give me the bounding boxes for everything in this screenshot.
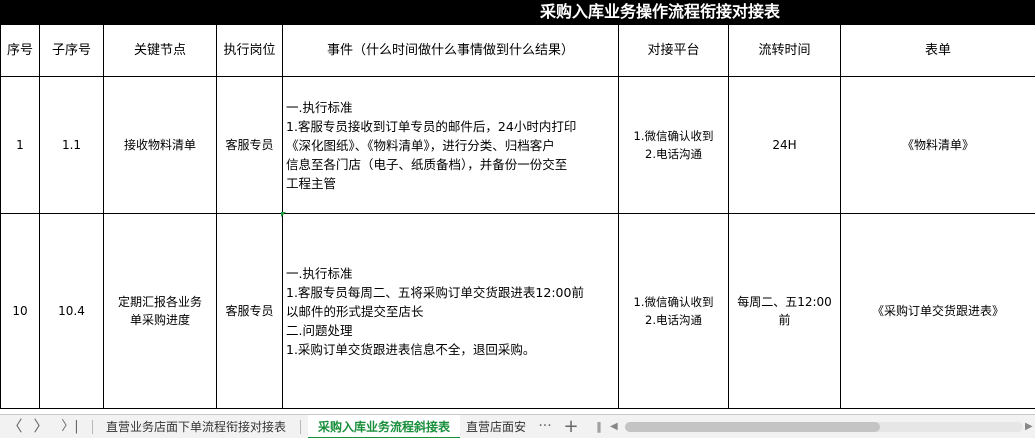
header-cell[interactable]: 事件（什么时间做什么事情做到什么结果） — [282, 24, 619, 77]
sub-number-cell[interactable]: 10.4 — [39, 213, 104, 409]
cell-line: 1.微信确认收到 — [633, 129, 714, 143]
horizontal-scrollbar[interactable] — [625, 422, 1023, 432]
platform-cell[interactable]: 1.微信确认收到 2.电话沟通 — [618, 76, 729, 214]
first-sheet-icon[interactable]: 〈 — [4, 415, 26, 438]
tab-purchase-inbound[interactable]: 采购入库业务流程斜接表 — [308, 415, 461, 438]
cell-line: 《深化图纸》、《物料清单》，进行分类、归档客户 — [286, 137, 555, 153]
cell-line: 前 — [778, 313, 791, 327]
spreadsheet-grid: 序号 子序号 关键节点 执行岗位 事件（什么时间做什么事情做到什么结果） 对接平… — [0, 24, 1035, 414]
table-row: 10 10.4 定期汇报各业务 单采购进度 客服专员 一.执行标准 1.客服专员… — [0, 213, 1035, 409]
header-cell[interactable]: 表单 — [840, 24, 1035, 77]
role-cell[interactable]: 客服专员 — [216, 213, 283, 409]
event-cell[interactable]: 一.执行标准 1.客服专员接收到订单专员的邮件后，24小时内打印 《深化图纸》、… — [282, 76, 619, 214]
tab-direct-store-install[interactable]: 直营店面安 — [466, 415, 526, 438]
key-node-cell[interactable]: 接收物料清单 — [103, 76, 217, 214]
cell-line: 一.执行标准 — [286, 99, 353, 115]
cell-line: 1.微信确认收到 — [633, 295, 714, 309]
scrollbar-thumb[interactable] — [625, 422, 880, 432]
cell-line: 一.执行标准 — [286, 265, 353, 281]
split-handle-icon[interactable]: ‖ — [592, 415, 606, 438]
time-cell[interactable]: 24H — [728, 76, 841, 214]
cell-line: 接收物料清单 — [123, 138, 196, 152]
cell-line: 2.电话沟通 — [645, 313, 702, 327]
scroll-left-icon[interactable]: ◀ — [610, 415, 618, 438]
role-cell[interactable]: 客服专员 — [216, 76, 283, 214]
cell-line: 工程主管 — [286, 175, 337, 191]
sub-number-cell[interactable]: 1.1 — [39, 76, 104, 214]
cell-line: 1.客服专员每周二、五将采购订单交货跟进表12:00前 — [286, 284, 584, 300]
cell-line: 信息至各门店（电子、纸质备档），并备份一份交至 — [286, 156, 568, 172]
header-cell[interactable]: 对接平台 — [618, 24, 729, 77]
form-cell[interactable]: 《物料清单》 — [840, 76, 1035, 214]
cell-line: 1.客服专员接收到订单专员的邮件后，24小时内打印 — [286, 118, 577, 134]
sheet-title: 采购入库业务操作流程衔接对接表 — [540, 2, 781, 21]
table-row: 1 1.1 接收物料清单 客服专员 一.执行标准 1.客服专员接收到订单专员的邮… — [0, 76, 1035, 214]
key-node-cell[interactable]: 定期汇报各业务 单采购进度 — [103, 213, 217, 409]
cell-line: 单采购进度 — [129, 313, 190, 327]
header-cell[interactable]: 执行岗位 — [216, 24, 283, 77]
time-cell[interactable]: 每周二、五12:00 前 — [728, 213, 841, 409]
header-cell[interactable]: 关键节点 — [103, 24, 217, 77]
row-number-cell[interactable]: 10 — [0, 213, 40, 409]
scroll-right-icon[interactable]: ▶ — [1025, 415, 1033, 438]
cell-line: 以邮件的形式提交至店长 — [286, 303, 424, 319]
cell-line: 二.问题处理 — [286, 322, 353, 338]
tab-direct-store-orders[interactable]: 直营业务店面下单流程衔接对接表 — [106, 415, 286, 438]
cell-line: 2.电话沟通 — [645, 147, 702, 161]
header-cell[interactable]: 序号 — [0, 24, 40, 77]
event-cell[interactable]: 一.执行标准 1.客服专员每周二、五将采购订单交货跟进表12:00前 以邮件的形… — [282, 213, 619, 409]
header-cell[interactable]: 子序号 — [39, 24, 104, 77]
cell-line: 1.采购订单交货跟进表信息不全，退回采购。 — [286, 341, 536, 357]
cell-line: 24H — [772, 138, 797, 152]
tab-divider — [300, 420, 301, 434]
data-table: 序号 子序号 关键节点 执行岗位 事件（什么时间做什么事情做到什么结果） 对接平… — [0, 24, 1035, 409]
last-sheet-icon[interactable]: 〉| — [56, 415, 84, 438]
more-tabs-icon[interactable]: ··· — [533, 415, 557, 438]
header-cell[interactable]: 流转时间 — [728, 24, 841, 77]
cell-line: 定期汇报各业务 — [117, 295, 202, 309]
next-sheet-icon[interactable]: 〉 — [30, 415, 52, 438]
add-sheet-icon[interactable]: + — [559, 415, 583, 438]
tab-divider — [92, 420, 93, 434]
platform-cell[interactable]: 1.微信确认收到 2.电话沟通 — [618, 213, 729, 409]
sheet-tab-bar: 〈 〉 〉| 直营业务店面下单流程衔接对接表 采购入库业务流程斜接表 直营店面安… — [0, 414, 1035, 438]
cell-line: 每周二、五12:00 — [737, 295, 832, 309]
header-row: 序号 子序号 关键节点 执行岗位 事件（什么时间做什么事情做到什么结果） 对接平… — [0, 24, 1035, 77]
form-cell[interactable]: 《采购订单交货跟进表》 — [840, 213, 1035, 409]
row-number-cell[interactable]: 1 — [0, 76, 40, 214]
comment-indicator-icon — [281, 212, 286, 217]
title-bar: 采购入库业务操作流程衔接对接表 — [0, 0, 1035, 24]
